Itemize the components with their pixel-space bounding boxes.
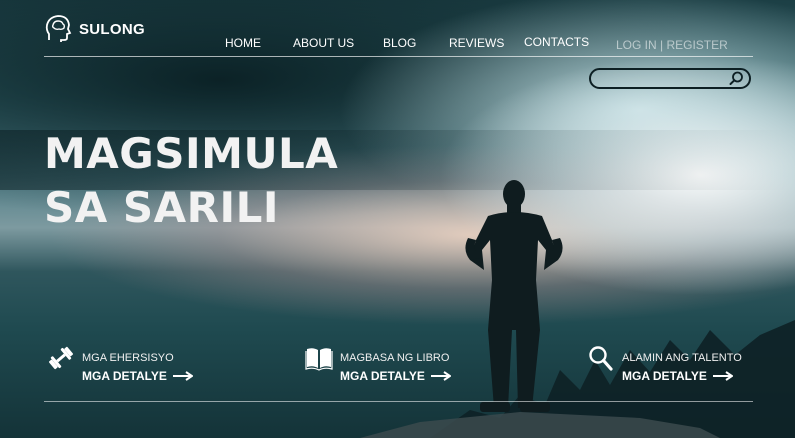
details-link[interactable]: MGA DETALYE (82, 369, 193, 383)
arrow-right-icon (430, 371, 451, 381)
person-silhouette (465, 180, 563, 412)
arrow-right-icon (712, 371, 733, 381)
details-link-text: MGA DETALYE (340, 369, 425, 383)
nav-reviews[interactable]: REVIEWS (449, 36, 504, 50)
magnifier-icon (589, 346, 613, 371)
nav-blog[interactable]: BLOG (383, 36, 416, 50)
nav-login-register[interactable]: LOG IN | REGISTER (616, 38, 728, 52)
dumbbell-icon (49, 346, 73, 370)
feature-label: MAGBASA NG LIBRO (340, 352, 450, 364)
hero-title: MAGSIMULA SA SARILI (44, 127, 338, 235)
nav-home[interactable]: HOME (225, 36, 261, 50)
details-link[interactable]: MGA DETALYE (340, 369, 451, 383)
footer-divider (44, 401, 753, 402)
feature-label: ALAMIN ANG TALENTO (622, 352, 742, 364)
details-link[interactable]: MGA DETALYE (622, 369, 733, 383)
feature-label: MGA EHERSISYO (82, 352, 174, 364)
header-divider (44, 56, 753, 57)
open-book-icon (305, 348, 333, 371)
details-link-text: MGA DETALYE (622, 369, 707, 383)
search-box[interactable] (589, 68, 751, 89)
hero-line-2: SA SARILI (44, 183, 279, 232)
hero-line-1: MAGSIMULA (44, 129, 339, 178)
main-nav: HOME ABOUT US BLOG REVIEWS CONTACTS LOG … (0, 35, 795, 52)
brand-name: SULONG (79, 20, 145, 38)
landing-page: SULONG HOME ABOUT US BLOG REVIEWS CONTAC… (0, 0, 795, 438)
nav-contacts[interactable]: CONTACTS (524, 35, 589, 49)
search-icon[interactable] (729, 71, 744, 86)
nav-about-us[interactable]: ABOUT US (293, 36, 354, 50)
details-link-text: MGA DETALYE (82, 369, 167, 383)
arrow-right-icon (172, 371, 193, 381)
search-input[interactable] (601, 71, 725, 88)
